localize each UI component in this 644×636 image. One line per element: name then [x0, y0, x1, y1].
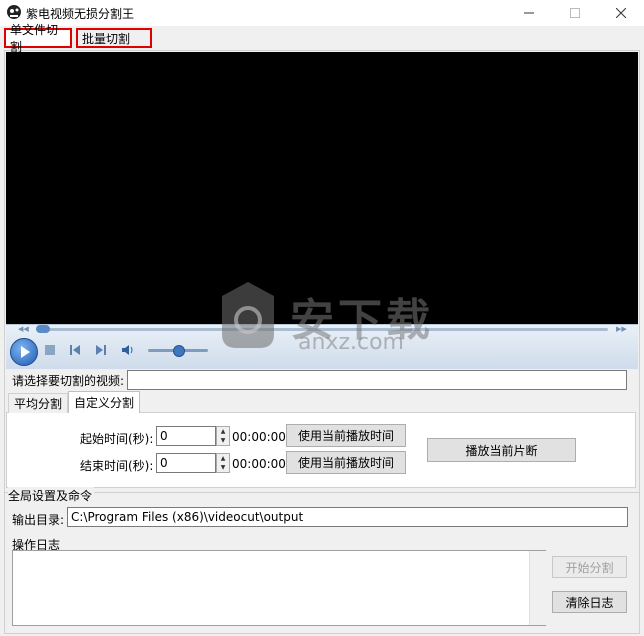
minimize-icon: [524, 12, 534, 14]
next-icon[interactable]: [94, 343, 108, 357]
start-time-stepper[interactable]: ▲ ▼: [216, 426, 230, 446]
minimize-button[interactable]: [506, 0, 552, 26]
start-time-label: 起始时间(秒):: [80, 432, 154, 446]
volume-icon[interactable]: [121, 343, 135, 357]
maximize-icon: [570, 8, 580, 18]
end-time-input[interactable]: 0: [156, 453, 216, 473]
use-current-time-start-button[interactable]: 使用当前播放时间: [286, 424, 406, 447]
previous-icon[interactable]: [68, 343, 82, 357]
tab-average-split[interactable]: 平均分割: [8, 393, 68, 413]
log-scrollbar[interactable]: [529, 551, 546, 625]
watermark-subtext: anxz.com: [298, 330, 404, 355]
maximize-button[interactable]: [552, 0, 598, 26]
output-dir-input[interactable]: C:\Program Files (x86)\videocut\output: [67, 507, 628, 527]
play-segment-button[interactable]: 播放当前片断: [427, 438, 576, 462]
forward-arrow-icon[interactable]: ▶▶: [616, 325, 627, 333]
use-current-time-end-button[interactable]: 使用当前播放时间: [286, 451, 406, 474]
tab-batch[interactable]: 批量切割: [76, 28, 152, 48]
play-button[interactable]: [10, 338, 38, 366]
window-title: 紫电视频无损分割王: [26, 7, 135, 21]
close-icon: [616, 8, 626, 18]
video-select-label: 请选择要切割的视频:: [12, 374, 125, 388]
spin-down-icon[interactable]: ▼: [221, 437, 226, 444]
app-logo-icon: [7, 5, 21, 19]
output-dir-label: 输出目录:: [12, 513, 65, 527]
log-textarea[interactable]: [12, 550, 546, 626]
spin-up-icon[interactable]: ▲: [221, 428, 226, 435]
tab-custom-split[interactable]: 自定义分割: [68, 391, 140, 413]
close-button[interactable]: [598, 0, 644, 26]
watermark-shield-icon: [222, 282, 274, 348]
start-time-display: 00:00:00: [232, 430, 286, 444]
global-settings-label: 全局设置及命令: [8, 487, 95, 504]
start-split-button[interactable]: 开始分割: [552, 556, 627, 578]
end-time-display: 00:00:00: [232, 457, 286, 471]
seek-thumb[interactable]: [36, 325, 50, 333]
video-path-input[interactable]: [127, 370, 627, 390]
spin-up-icon[interactable]: ▲: [221, 455, 226, 462]
spin-down-icon[interactable]: ▼: [221, 464, 226, 471]
section-divider: [4, 492, 640, 493]
rewind-arrow-icon[interactable]: ◀◀: [18, 325, 29, 333]
end-time-label: 结束时间(秒):: [80, 459, 154, 473]
clear-log-button[interactable]: 清除日志: [552, 591, 627, 613]
end-time-stepper[interactable]: ▲ ▼: [216, 453, 230, 473]
tab-single-file[interactable]: 单文件切割: [4, 23, 72, 54]
stop-icon[interactable]: [43, 343, 57, 357]
start-time-input[interactable]: 0: [156, 426, 216, 446]
volume-thumb[interactable]: [173, 345, 185, 357]
